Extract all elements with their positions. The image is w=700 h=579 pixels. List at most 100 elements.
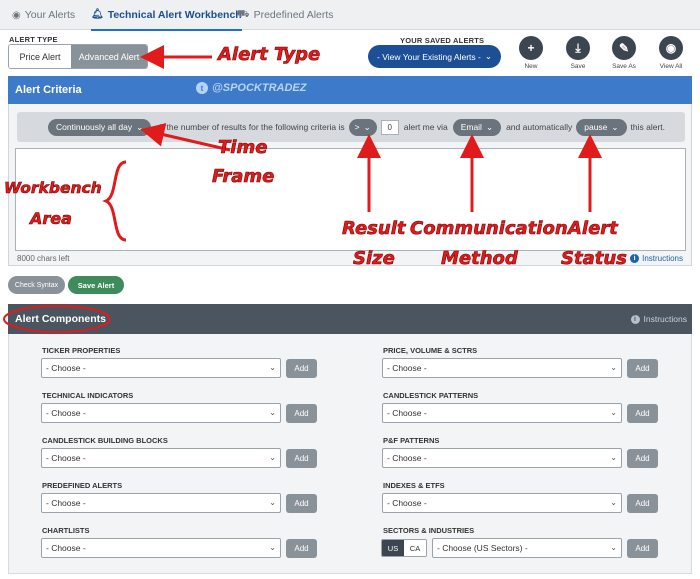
add-button[interactable]: Add [627, 359, 658, 378]
criteria-sentence: Continuously all day ⌄ , if the number o… [17, 112, 685, 142]
view-all-button[interactable]: ◉ View All [654, 36, 688, 70]
chevron-down-icon: ⌄ [485, 121, 494, 132]
annotation-size: Size [353, 248, 395, 269]
chars-left: 8000 chars left [17, 254, 70, 263]
chevron-down-icon: ⌄ [269, 498, 276, 507]
annotation-time: Time [218, 137, 268, 158]
region-ca-option[interactable]: CA [404, 540, 426, 556]
plus-icon: + [519, 36, 543, 60]
region-us-option[interactable]: US [382, 540, 404, 556]
save-button[interactable]: ⤓ Save [561, 36, 595, 70]
price-alert-option[interactable]: Price Alert [9, 45, 71, 68]
chevron-down-icon: ⌄ [269, 408, 276, 417]
pf-patterns-select[interactable]: - Choose - ⌄ [382, 448, 622, 468]
category-sectors-industries: SECTORS & INDUSTRIES [383, 526, 475, 535]
car-icon: ⛟ [237, 8, 250, 20]
ticker-properties-select[interactable]: - Choose - ⌄ [41, 358, 281, 378]
annotation-alert: Alert [568, 218, 618, 239]
category-technical-indicators: TECHNICAL INDICATORS [42, 391, 134, 400]
action-value: pause [584, 122, 608, 132]
chevron-down-icon: ⌄ [610, 543, 617, 552]
new-button[interactable]: + New [514, 36, 548, 70]
tab-label: Technical Alert Workbench [107, 8, 242, 21]
category-price-volume-sctrs: PRICE, VOLUME & SCTRS [383, 346, 478, 355]
add-button[interactable]: Add [286, 494, 317, 513]
criteria-text-1: , if the number of results for the follo… [155, 122, 345, 132]
info-icon: i [630, 314, 640, 324]
alert-criteria-header: Alert Criteria [8, 76, 692, 104]
sectors-select[interactable]: - Choose (US Sectors) - ⌄ [432, 538, 622, 558]
select-value: - Choose - [387, 363, 427, 373]
alert-criteria-body: Continuously all day ⌄ , if the number o… [8, 104, 692, 266]
tab-predefined-alerts[interactable]: ⛟ Predefined Alerts [237, 0, 334, 30]
tab-your-alerts[interactable]: ◉ Your Alerts [12, 0, 75, 30]
add-button[interactable]: Add [286, 359, 317, 378]
components-instructions-link[interactable]: i Instructions [630, 314, 687, 324]
save-alert-button[interactable]: Save Alert [68, 276, 124, 294]
bell-icon: 🔔︎ [91, 9, 104, 20]
alert-type-toggle: Price Alert Advanced Alert [8, 44, 148, 69]
select-value: - Choose - [46, 498, 86, 508]
add-button[interactable]: Add [627, 404, 658, 423]
eye-icon: ◉ [12, 9, 21, 21]
category-chartlists: CHARTLISTS [42, 526, 90, 535]
select-value: - Choose - [46, 543, 86, 553]
top-tab-bar: ◉ Your Alerts 🔔︎ Technical Alert Workben… [0, 0, 700, 31]
watermark: t @SPOCKTRADEZ [196, 82, 306, 94]
operator-select[interactable]: > ⌄ [348, 118, 377, 136]
price-volume-sctrs-select[interactable]: - Choose - ⌄ [382, 358, 622, 378]
method-select[interactable]: Email ⌄ [452, 118, 502, 136]
annotation-result: Result [342, 218, 406, 239]
saved-alerts-select[interactable]: - View Your Existing Alerts - ⌄ [368, 45, 501, 68]
select-value: - Choose (US Sectors) - [437, 543, 528, 553]
annotation-workbench: Workbench [4, 179, 102, 197]
technical-indicators-select[interactable]: - Choose - ⌄ [41, 403, 281, 423]
add-button[interactable]: Add [627, 494, 658, 513]
category-candlestick-building-blocks: CANDLESTICK BUILDING BLOCKS [42, 436, 168, 445]
add-button[interactable]: Add [627, 539, 658, 558]
tab-label: Your Alerts [24, 9, 76, 21]
add-button[interactable]: Add [627, 449, 658, 468]
save-as-label: Save As [612, 63, 636, 70]
criteria-text-2: alert me via [403, 122, 448, 132]
predefined-alerts-select[interactable]: - Choose - ⌄ [41, 493, 281, 513]
instructions-label: Instructions [642, 254, 683, 263]
add-button[interactable]: Add [286, 539, 317, 558]
result-count-input[interactable]: 0 [380, 119, 399, 135]
frequency-value: Continuously all day [56, 122, 133, 132]
annotation-frame: Frame [212, 166, 275, 187]
chartlists-select[interactable]: - Choose - ⌄ [41, 538, 281, 558]
chevron-down-icon: ⌄ [269, 543, 276, 552]
chevron-down-icon: ⌄ [136, 121, 144, 132]
alert-components-header: Alert Components [8, 304, 692, 334]
category-ticker-properties: TICKER PROPERTIES [42, 346, 121, 355]
download-icon: ⤓ [566, 36, 590, 60]
criteria-instructions-link[interactable]: i Instructions [630, 254, 683, 263]
save-as-button[interactable]: ✎ Save As [607, 36, 641, 70]
tab-technical-alert-workbench[interactable]: 🔔︎ Technical Alert Workbench [91, 0, 242, 31]
chevron-down-icon: ⌄ [610, 408, 617, 417]
indexes-etfs-select[interactable]: - Choose - ⌄ [382, 493, 622, 513]
category-candlestick-patterns: CANDLESTICK PATTERNS [383, 391, 479, 400]
select-value: - Choose - [46, 408, 86, 418]
select-value: - Choose - [387, 453, 427, 463]
advanced-alert-option[interactable]: Advanced Alert [71, 45, 147, 68]
instructions-label: Instructions [643, 314, 687, 324]
chevron-down-icon: ⌄ [610, 453, 617, 462]
candlestick-patterns-select[interactable]: - Choose - ⌄ [382, 403, 622, 423]
edit-icon: ✎ [612, 36, 636, 60]
chevron-down-icon: ⌄ [611, 121, 619, 132]
select-value: - Choose - [387, 498, 427, 508]
category-pf-patterns: P&F PATTERNS [383, 436, 440, 445]
criteria-text-4: this alert. [630, 122, 666, 132]
candlestick-building-blocks-select[interactable]: - Choose - ⌄ [41, 448, 281, 468]
check-syntax-button[interactable]: Check Syntax [8, 276, 65, 294]
watermark-text: @SPOCKTRADEZ [212, 82, 307, 94]
frequency-select[interactable]: Continuously all day ⌄ [48, 118, 152, 136]
tab-label: Predefined Alerts [253, 9, 334, 21]
add-button[interactable]: Add [286, 404, 317, 423]
add-button[interactable]: Add [286, 449, 317, 468]
action-select[interactable]: pause ⌄ [576, 118, 627, 136]
region-toggle: US CA [381, 539, 427, 557]
save-label: Save [570, 63, 586, 70]
